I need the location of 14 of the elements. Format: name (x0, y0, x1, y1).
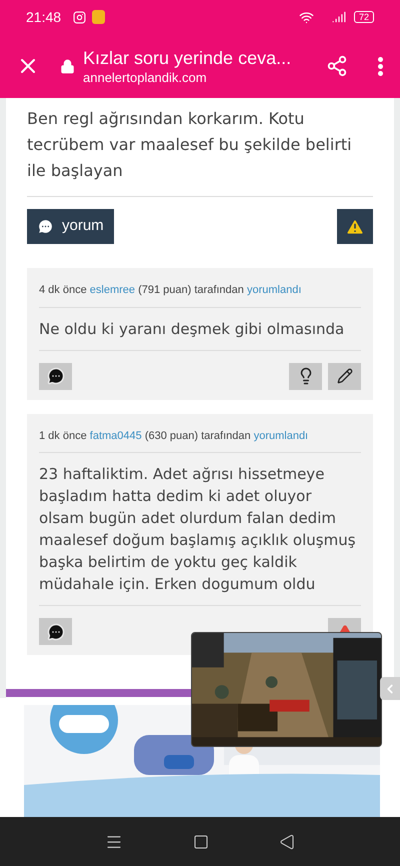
comment-text: Ne oldu ki yaranı deşmek gibi olmasında (39, 308, 361, 350)
comment-text: 23 haftaliktim. Adet ağrısı hissetmeye başladım hatta dedim ki adet oluyor olsam bugün adet olurdum falan dedim maalesef doğum başlamış açıklık oluşmuş başka belirtim de yoktu geç kaldik müdahale için. Erken dogumum oldu (39, 453, 361, 606)
user-link[interactable]: fatma0445 (90, 430, 142, 442)
page-url: annelertoplandik.com (83, 68, 208, 86)
clock: 21:48 (26, 8, 62, 26)
comment-meta: 1 dk önce fatma0445 (630 puan) tarafından yorumlandı (39, 428, 361, 453)
comment-button[interactable]: yorum (27, 209, 114, 244)
page-title: Kızlar soru yerinde ceva... (83, 46, 292, 68)
action-link[interactable]: yorumlandı (254, 430, 308, 442)
question-text: Ben regl ağrısından korkarım. Kotu tecrübem var maalesef bu şekilde belirti ile başlayan (27, 108, 353, 182)
user-link[interactable]: eslemree (90, 284, 136, 296)
battery-level: 72 (354, 11, 374, 23)
action-link[interactable]: yorumlandı (246, 284, 302, 296)
comment-meta: 4 dk önce eslemree (791 puan) tarafından yorumlandı (39, 282, 361, 308)
